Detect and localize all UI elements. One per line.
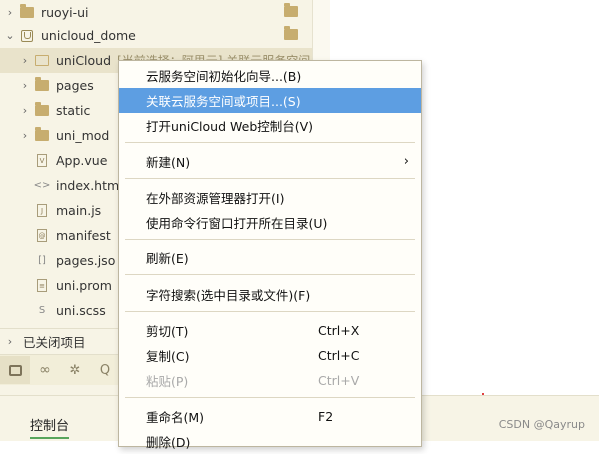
chevron-right-icon[interactable]: › [18,54,32,67]
menu-item-label: 复制(C) [146,349,190,364]
binoculars-icon: ∞ [39,362,51,378]
menu-item-link-cloud-space[interactable]: 关联云服务空间或项目...(S) [119,88,421,113]
folder-icon [284,26,298,40]
tree-item-label: pages.jso [56,253,116,268]
menu-item-shortcut: F2 [318,409,334,424]
folder-icon [284,3,298,17]
bug-icon: ✲ [69,362,81,378]
tree-item-label: ruoyi-ui [41,5,89,20]
menu-item-init-wizard[interactable]: 云服务空间初始化向导...(B) [119,63,421,88]
folder-icon [35,102,49,118]
menu-item-shortcut: Ctrl+C [318,348,360,363]
menu-item-rename[interactable]: 重命名(M) F2 [119,404,421,429]
chevron-right-icon[interactable]: › [18,104,32,117]
tree-item-label: manifest [56,228,111,243]
project-manager-icon [8,364,22,376]
menu-item-delete[interactable]: 删除(D) [119,429,421,454]
tree-item-unicloud-dome[interactable]: ⌄ unicloud_dome [0,23,312,48]
menu-item-label: 新建(N) [146,155,191,170]
folder-open-icon [35,54,49,68]
menu-item-shortcut: Ctrl+V [318,373,360,388]
menu-item-open-terminal[interactable]: 使用命令行窗口打开所在目录(U) [119,210,421,235]
debug-tab[interactable]: ✲ [60,356,90,384]
menu-item-label: 粘贴(P) [146,374,189,389]
menu-separator [125,178,415,179]
menu-item-search-text[interactable]: 字符搜索(选中目录或文件)(F) [119,282,421,307]
tree-item-label: uni.prom [56,278,112,293]
vue-file-icon: V [35,154,49,168]
scss-file-icon: S [38,305,46,316]
tree-item-ruoyi-ui[interactable]: › ruoyi-ui [0,0,312,25]
menu-item-refresh[interactable]: 刷新(E) [119,245,421,270]
menu-item-label: 使用命令行窗口打开所在目录(U) [146,216,328,231]
menu-item-shortcut: Ctrl+X [318,323,360,338]
menu-item-label: 在外部资源管理器打开(I) [146,191,285,206]
json-file-icon: @ [35,229,49,243]
menu-item-cut[interactable]: 剪切(T) Ctrl+X [119,318,421,343]
search-icon: Q [99,362,111,378]
project-manager-tab[interactable] [0,356,30,384]
menu-item-label: 刷新(E) [146,251,189,266]
tree-item-label: index.htm [56,178,120,193]
menu-separator [125,397,415,398]
tree-item-label: main.js [56,203,102,218]
folder-icon [35,77,49,93]
tree-item-label: pages [56,78,94,93]
menu-item-label: 云服务空间初始化向导...(B) [146,69,302,84]
menu-separator [125,142,415,143]
submenu-chevron-icon: › [403,154,409,169]
tree-item-label: uniCloud [56,53,112,68]
chevron-right-icon[interactable]: › [18,129,32,142]
menu-item-copy[interactable]: 复制(C) Ctrl+C [119,343,421,368]
chevron-right-icon[interactable]: › [3,335,17,348]
menu-item-label: 重命名(M) [146,410,205,425]
menu-separator [125,311,415,312]
folder-icon [20,4,34,20]
menu-item-label: 字符搜索(选中目录或文件)(F) [146,288,311,303]
chevron-right-icon[interactable]: › [18,79,32,92]
json-file-icon: [] [38,255,46,266]
chevron-right-icon[interactable]: › [3,6,17,19]
menu-item-label: 删除(D) [146,435,191,450]
chevron-down-icon[interactable]: ⌄ [3,29,17,42]
plugin-tab[interactable]: ∞ [30,356,60,384]
search-tab[interactable]: Q [90,356,120,384]
tree-item-label: uni_mod [56,128,110,143]
js-file-icon: J [35,204,49,218]
menu-item-open-web-console[interactable]: 打开uniCloud Web控制台(V) [119,113,421,138]
menu-item-label: 剪切(T) [146,324,189,339]
context-menu: 云服务空间初始化向导...(B) 关联云服务空间或项目...(S) 打开uniC… [118,60,422,450]
menu-separator [125,274,415,275]
menu-item-new[interactable]: 新建(N) › [119,149,421,174]
tree-item-label: unicloud_dome [41,28,136,43]
menu-separator [125,239,415,240]
menu-item-label: 关联云服务空间或项目...(S) [146,94,301,109]
tree-item-label: static [56,103,91,118]
tree-item-label: App.vue [56,153,108,168]
watermark: CSDN @Qayrup [498,418,585,431]
html-file-icon: <> [33,180,51,191]
menu-item-paste: 粘贴(P) Ctrl+V [119,368,421,393]
file-icon: ≡ [35,279,49,293]
menu-item-label: 打开uniCloud Web控制台(V) [146,119,314,134]
closed-projects-label: 已关闭项目 [23,334,86,350]
menu-item-open-in-explorer[interactable]: 在外部资源管理器打开(I) [119,185,421,210]
folder-icon [35,127,49,143]
project-icon [20,29,34,43]
tab-console[interactable]: 控制台 [30,415,70,439]
tree-item-label: uni.scss [56,303,106,318]
